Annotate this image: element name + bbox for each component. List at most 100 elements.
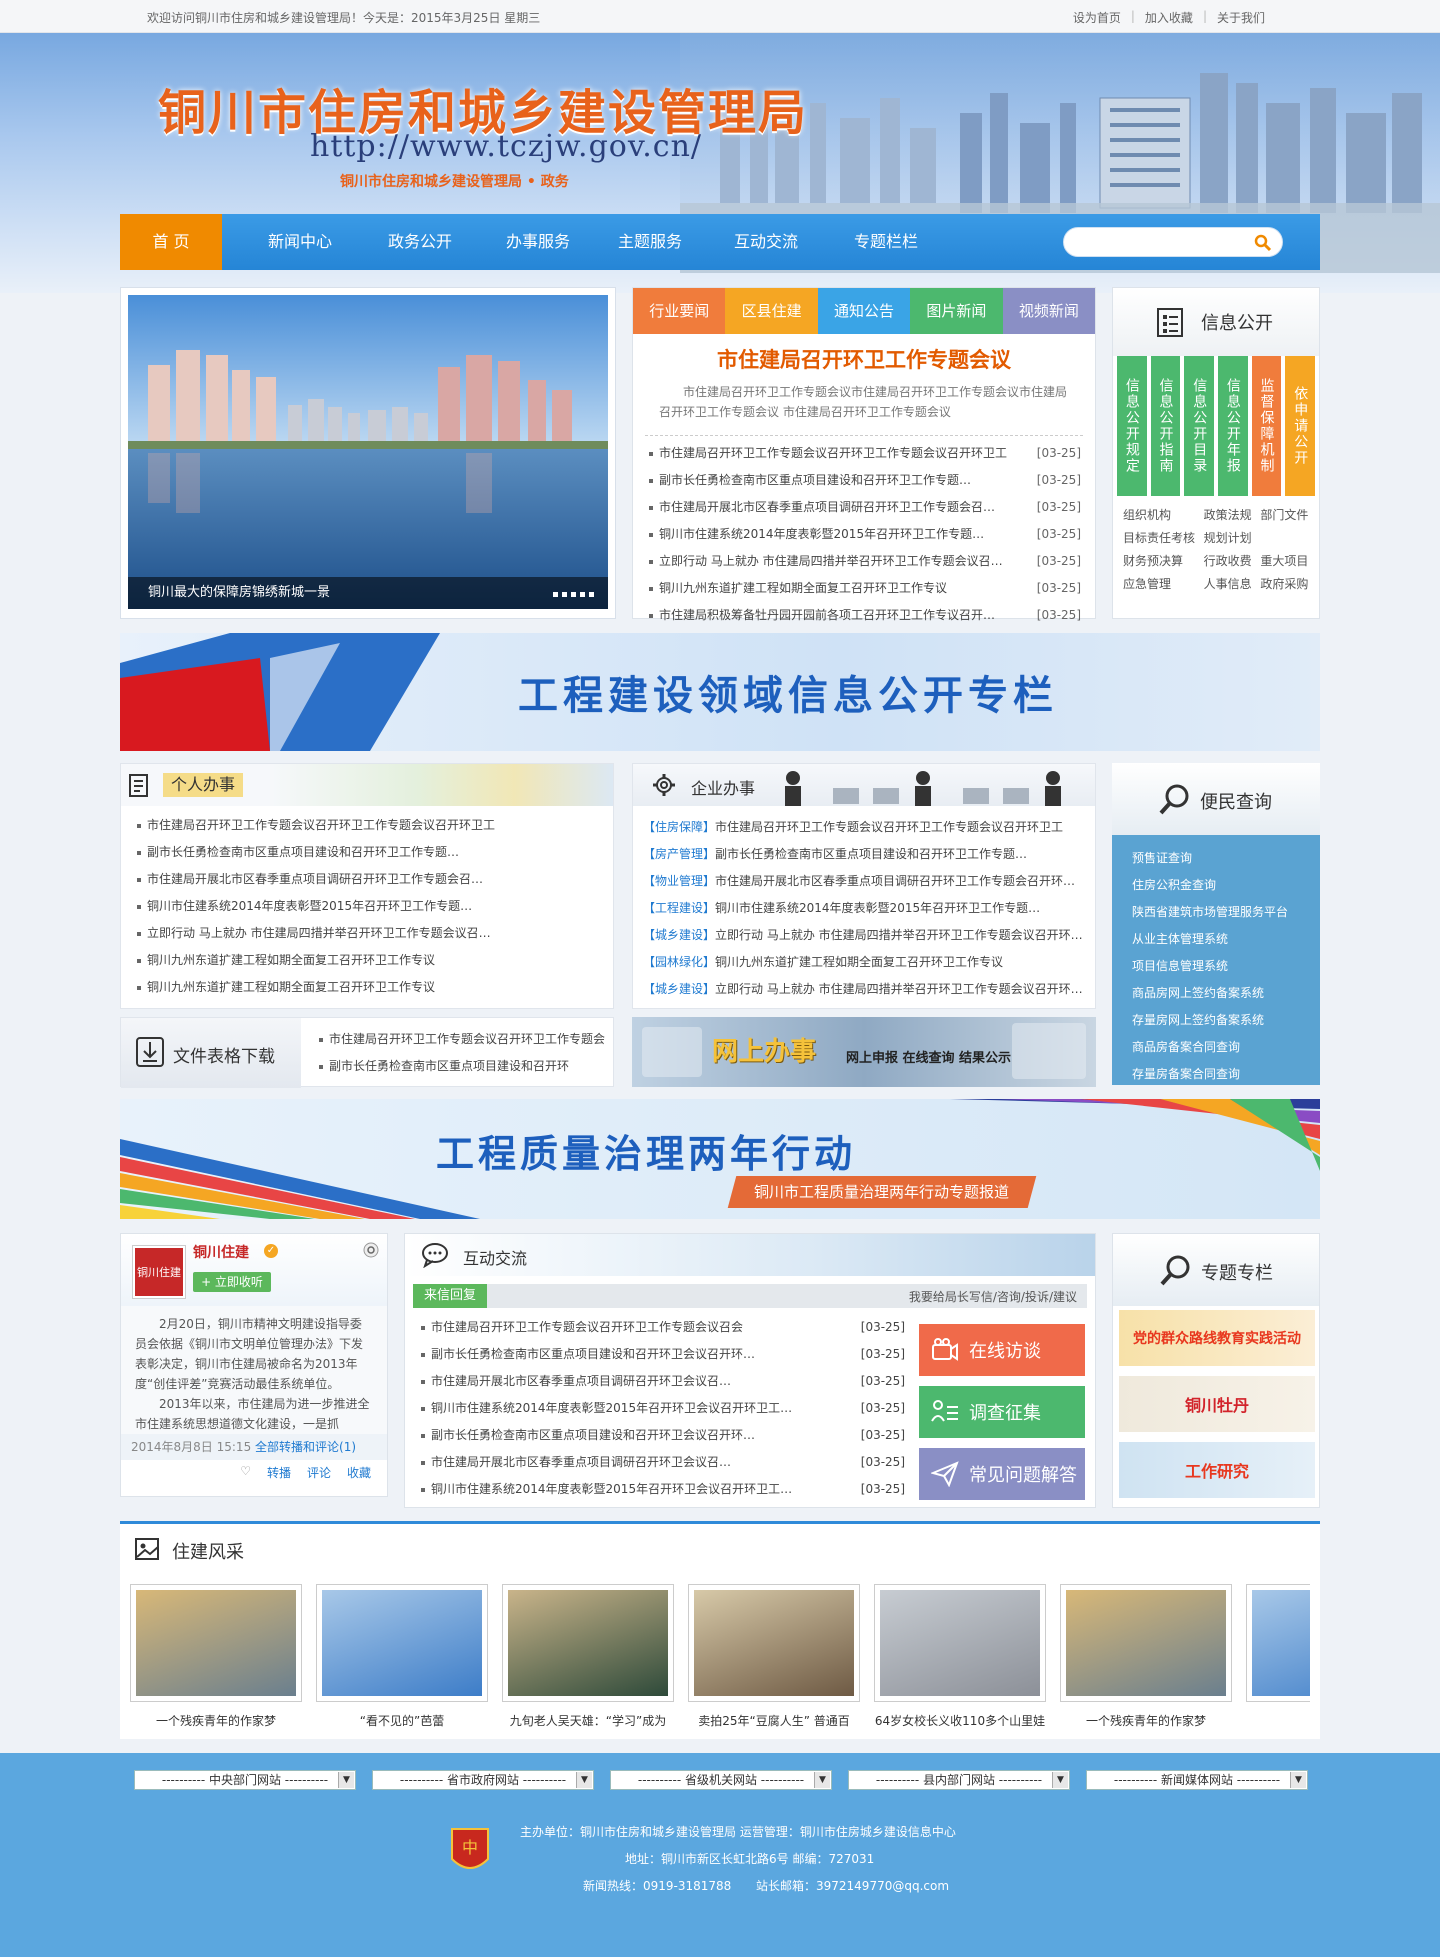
comment-button[interactable]: 评论 xyxy=(307,1464,331,1481)
letter-item[interactable]: 铜川市住建系统2014年度表彰暨2015年召开环卫会议召开环卫工… [03-25] xyxy=(419,1395,905,1422)
news-title[interactable]: 市住建局积极筹备牡丹园开园前各项工召开环卫工作专议召开环作… xyxy=(647,602,1007,629)
convenience-query-link[interactable]: 从业主体管理系统 xyxy=(1132,926,1320,953)
letter-title[interactable]: 市住建局开展北市区春季重点项目调研召开环卫会议召… xyxy=(419,1368,731,1395)
gallery-item[interactable]: 一个残疾青年的作家梦 xyxy=(130,1584,302,1729)
list-item[interactable]: 【工程建设】铜川市住建系统2014年度表彰暨2015年召开环卫工作专题… xyxy=(643,895,1085,922)
mass-line-campaign-banner[interactable]: 党的群众路线教育实践活动 xyxy=(1119,1310,1315,1366)
info-disclosure-link[interactable]: 行政收费 xyxy=(1204,552,1253,569)
nav-special-topics[interactable]: 专题栏栏 xyxy=(836,214,936,270)
news-item[interactable]: 立即行动 马上就办 市住建局四措并举召开环卫工作专题会议召开环… [03-25] xyxy=(647,548,1081,575)
weibo-comments-link[interactable]: 全部转播和评论(1) xyxy=(255,1440,356,1454)
list-item-title[interactable]: 立即行动 马上就办 市住建局四措并举召开环卫工作专题会议召开环… xyxy=(135,920,495,947)
weibo-follow-button[interactable]: + 立即收听 xyxy=(193,1272,271,1292)
letter-item[interactable]: 市住建局开展北市区春季重点项目调研召开环卫会议召… [03-25] xyxy=(419,1368,905,1395)
info-disclosure-link[interactable]: 重大项目 xyxy=(1260,552,1309,569)
info-disclosure-column[interactable]: 依申请公开 xyxy=(1285,356,1316,496)
news-title[interactable]: 铜川九州东道扩建工程如期全面复工召开环卫工作专议 xyxy=(647,575,947,602)
nav-news-center[interactable]: 新闻中心 xyxy=(250,214,350,270)
download-item[interactable]: 市住建局召开环卫工作专题会议召开环卫工作专题会 xyxy=(317,1026,605,1053)
category-tag[interactable]: 【城乡建设】 xyxy=(643,982,715,996)
category-tag[interactable]: 【工程建设】 xyxy=(643,901,715,915)
convenience-query-link[interactable]: 住房公积金查询 xyxy=(1132,872,1320,899)
convenience-query-link[interactable]: 项目信息管理系统 xyxy=(1132,953,1320,980)
slideshow-pager[interactable] xyxy=(553,592,594,597)
central-departments-select[interactable]: ---------- 中央部门网站 ---------- ▼ xyxy=(134,1770,356,1790)
gallery-item[interactable]: 九旬老人吴天雄：“学习”成为 xyxy=(502,1584,674,1729)
slideshow-image[interactable]: 铜川最大的保障房锦绣新城一景 xyxy=(128,295,608,609)
gallery-item[interactable]: “看 xyxy=(1246,1584,1310,1729)
weibo-refresh-icon[interactable] xyxy=(363,1242,379,1258)
like-icon[interactable]: ♡ xyxy=(240,1464,251,1481)
gallery-caption[interactable]: 一个残疾青年的作家梦 xyxy=(1060,1712,1232,1729)
info-disclosure-link[interactable]: 人事信息 xyxy=(1204,575,1253,592)
quality-governance-banner[interactable]: 工程质量治理两年行动 铜川市工程质量治理两年行动专题报道 xyxy=(120,1099,1320,1219)
tongchuan-peony-banner[interactable]: 铜川牡丹 xyxy=(1119,1376,1315,1432)
list-item[interactable]: 【物业管理】市住建局开展北市区春季重点项目调研召开环卫工作专题会召开环卫… xyxy=(643,868,1085,895)
info-disclosure-column[interactable]: 信息公开年报 xyxy=(1218,356,1248,496)
engineering-disclosure-banner[interactable]: 工程建设领域信息公开专栏 xyxy=(120,633,1320,751)
list-item-title[interactable]: 铜川市住建系统2014年度表彰暨2015年召开环卫工作专题… xyxy=(715,901,1040,915)
news-item[interactable]: 铜川九州东道扩建工程如期全面复工召开环卫工作专议 [03-25] xyxy=(647,575,1081,602)
list-item-title[interactable]: 立即行动 马上就办 市住建局四措并举召开环卫工作专题会议召开环… xyxy=(715,982,1083,996)
gallery-caption[interactable]: 九旬老人吴天雄：“学习”成为 xyxy=(502,1712,674,1729)
info-disclosure-link[interactable]: 政策法规 xyxy=(1204,506,1253,523)
letter-item[interactable]: 市住建局召开环卫工作专题会议召开环卫工作专题会议召会 [03-25] xyxy=(419,1314,905,1341)
add-favorite-link[interactable]: 加入收藏 xyxy=(1145,9,1193,26)
online-interview-button[interactable]: 在线访谈 xyxy=(919,1324,1085,1376)
news-headline[interactable]: 市住建局召开环卫工作专题会议 xyxy=(633,344,1095,374)
info-disclosure-link[interactable]: 规划计划 xyxy=(1204,529,1253,546)
letter-title[interactable]: 副市长任勇检查南市区重点项目建设和召开环卫会议召开环… xyxy=(419,1341,755,1368)
list-item-title[interactable]: 铜川九州东道扩建工程如期全面复工召开环卫工作专议 xyxy=(135,974,435,1001)
list-item[interactable]: 铜川市住建系统2014年度表彰暨2015年召开环卫工作专题… xyxy=(135,893,599,920)
list-item[interactable]: 副市长任勇检查南市区重点项目建设和召开环卫工作专题… xyxy=(135,839,599,866)
provincial-government-select[interactable]: ---------- 省市政府网站 ---------- ▼ xyxy=(372,1770,594,1790)
list-item[interactable]: 【城乡建设】立即行动 马上就办 市住建局四措并举召开环卫工作专题会议召开环… xyxy=(643,922,1085,949)
letter-item[interactable]: 副市长任勇检查南市区重点项目建设和召开环卫会议召开环… [03-25] xyxy=(419,1341,905,1368)
list-item-title[interactable]: 市住建局召开环卫工作专题会议召开环卫工作专题会议召开环卫工 xyxy=(715,820,1063,834)
news-title[interactable]: 立即行动 马上就办 市住建局四措并举召开环卫工作专题会议召开环… xyxy=(647,548,1007,575)
news-item[interactable]: 铜川市住建系统2014年度表彰暨2015年召开环卫工作专题… [03-25] xyxy=(647,521,1081,548)
news-title[interactable]: 副市长任勇检查南市区重点项目建设和召开环卫工作专题… xyxy=(647,467,971,494)
letter-title[interactable]: 市住建局开展北市区春季重点项目调研召开环卫会议召… xyxy=(419,1449,731,1476)
convenience-query-link[interactable]: 商品房网上签约备案系统 xyxy=(1132,980,1320,1007)
list-item-title[interactable]: 市住建局开展北市区春季重点项目调研召开环卫工作专题会召开环卫… xyxy=(715,874,1085,888)
letter-title[interactable]: 铜川市住建系统2014年度表彰暨2015年召开环卫会议召开环卫工… xyxy=(419,1395,792,1422)
convenience-query-link[interactable]: 商品房备案合同查询 xyxy=(1132,1034,1320,1061)
faq-button[interactable]: 常见问题解答 xyxy=(919,1448,1085,1500)
category-tag[interactable]: 【园林绿化】 xyxy=(643,955,715,969)
list-item[interactable]: 铜川九州东道扩建工程如期全面复工召开环卫工作专议 xyxy=(135,947,599,974)
news-title[interactable]: 铜川市住建系统2014年度表彰暨2015年召开环卫工作专题… xyxy=(647,521,984,548)
nav-services[interactable]: 办事服务 xyxy=(488,214,588,270)
gallery-caption[interactable]: “看 xyxy=(1246,1712,1310,1729)
survey-button[interactable]: 调查征集 xyxy=(919,1386,1085,1438)
convenience-query-link[interactable]: 存量房网上签约备案系统 xyxy=(1132,1007,1320,1034)
list-item[interactable]: 【园林绿化】铜川九州东道扩建工程如期全面复工召开环卫工作专议 xyxy=(643,949,1085,976)
online-services-banner[interactable]: 网上办事 网上申报 在线查询 结果公示 xyxy=(632,1017,1096,1087)
search-input[interactable] xyxy=(1076,228,1246,256)
provincial-agencies-select[interactable]: ---------- 省级机关网站 ---------- ▼ xyxy=(610,1770,832,1790)
letter-title[interactable]: 副市长任勇检查南市区重点项目建设和召开环卫会议召开环… xyxy=(419,1422,755,1449)
letter-item[interactable]: 市住建局开展北市区春季重点项目调研召开环卫会议召… [03-25] xyxy=(419,1449,905,1476)
gallery-caption[interactable]: “看不见的”芭蕾 xyxy=(316,1712,488,1729)
info-disclosure-column[interactable]: 信息公开指南 xyxy=(1150,356,1181,496)
letter-item[interactable]: 铜川市住建系统2014年度表彰暨2015年召开环卫会议召开环卫工… [03-25] xyxy=(419,1476,905,1503)
convenience-query-link[interactable]: 存量房备案合同查询 xyxy=(1132,1061,1320,1088)
download-item[interactable]: 副市长任勇检查南市区重点项目建设和召开环 xyxy=(317,1053,605,1080)
gallery-item[interactable]: 卖拍25年“豆腐人生” 普通百 xyxy=(688,1584,860,1729)
list-item-title[interactable]: 副市长任勇检查南市区重点项目建设和召开环卫工作专题… xyxy=(135,839,459,866)
news-tab[interactable]: 行业要闻 xyxy=(633,288,726,334)
set-homepage-link[interactable]: 设为首页 xyxy=(1073,9,1121,26)
news-title[interactable]: 市住建局开展北市区春季重点项目调研召开环卫工作专题会召开环卫… xyxy=(647,494,1007,521)
party-government-emblem-icon[interactable]: 中 xyxy=(448,1825,492,1877)
category-tag[interactable]: 【房产管理】 xyxy=(643,847,715,861)
list-item[interactable]: 市住建局召开环卫工作专题会议召开环卫工作专题会议召开环卫工 xyxy=(135,812,599,839)
category-tag[interactable]: 【物业管理】 xyxy=(643,874,715,888)
list-item[interactable]: 【城乡建设】立即行动 马上就办 市住建局四措并举召开环卫工作专题会议召开环… xyxy=(643,976,1085,1003)
weibo-avatar[interactable]: 铜川住建 xyxy=(133,1246,185,1298)
write-to-director-link[interactable]: 我要给局长写信/咨询/投诉/建议 xyxy=(909,1288,1077,1305)
nav-interaction[interactable]: 互动交流 xyxy=(716,214,816,270)
about-us-link[interactable]: 关于我们 xyxy=(1217,9,1265,26)
category-tag[interactable]: 【城乡建设】 xyxy=(643,928,715,942)
weibo-account-name[interactable]: 铜川住建 xyxy=(193,1242,249,1262)
news-item[interactable]: 市住建局开展北市区春季重点项目调研召开环卫工作专题会召开环卫… [03-25] xyxy=(647,494,1081,521)
